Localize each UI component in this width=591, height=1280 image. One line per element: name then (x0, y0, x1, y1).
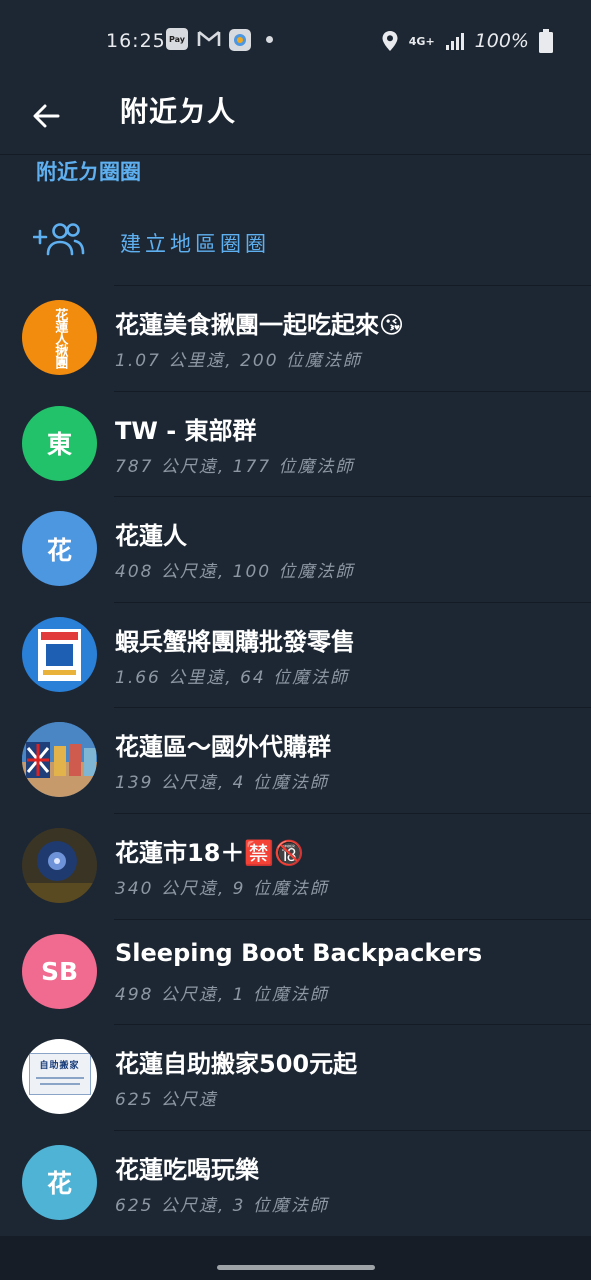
group-title: 花蓮自助搬家500元起 (115, 1050, 358, 1079)
avatar-text: 東 (46, 430, 72, 460)
list-item[interactable]: 自助搬家 花蓮自助搬家500元起 625 公尺遠 (0, 1024, 591, 1130)
signal-icon (445, 33, 464, 50)
divider (114, 285, 591, 286)
group-title: 花蓮吃喝玩樂 (115, 1155, 259, 1184)
app-notification-icon (229, 29, 251, 51)
list-item[interactable]: 東 TW - 東部群 787 公尺遠, 177 位魔法師 (0, 390, 591, 497)
avatar-text: 花 (46, 1169, 72, 1199)
group-title: 花蓮人 (115, 522, 187, 551)
arrow-back-icon (33, 104, 60, 128)
group-subtitle: 1.66 公里遠, 64 位魔法師 (115, 667, 350, 688)
group-subtitle: 625 公尺遠, 3 位魔法師 (115, 1195, 329, 1216)
app-bar: 附近ㄉ人 (0, 82, 591, 155)
group-subtitle: 340 公尺遠, 9 位魔法師 (115, 878, 329, 899)
status-bar: 16:25 Pay 4G+ 100% (0, 0, 591, 82)
navigation-bar (0, 1236, 591, 1280)
status-time: 16:25 (106, 30, 166, 52)
group-title: 花蓮市18＋🈲🔞 (115, 838, 305, 867)
list-item[interactable]: SB Sleeping Boot Backpackers 498 公尺遠, 1 … (0, 918, 591, 1025)
avatar: 花 (22, 1144, 97, 1220)
group-title: Sleeping Boot Backpackers (115, 938, 483, 967)
divider (114, 1129, 591, 1131)
battery-percent: 100% (474, 30, 529, 52)
page-title: 附近ㄉ人 (120, 95, 237, 128)
group-subtitle: 625 公尺遠 (115, 1090, 218, 1111)
avatar: 自助搬家 (22, 1039, 97, 1115)
status-right: 4G+ 100% (381, 29, 553, 53)
avatar: SB (22, 933, 97, 1009)
avatar-text: 花蓮人揪團 (52, 307, 68, 368)
list-item[interactable]: 花蓮市18＋🈲🔞 340 公尺遠, 9 位魔法師 (0, 812, 591, 919)
avatar-text: 花 (46, 535, 72, 565)
group-title: 花蓮區～國外代購群 (115, 733, 331, 762)
divider (114, 496, 591, 498)
avatar-text: SB (40, 956, 79, 986)
gmail-icon (197, 30, 221, 46)
avatar (22, 827, 97, 903)
home-gesture-handle[interactable] (217, 1265, 375, 1270)
back-button[interactable] (24, 94, 68, 138)
seafood-logo-image (38, 628, 81, 681)
divider (114, 390, 591, 392)
list-item[interactable]: 花 花蓮人 408 公尺遠, 100 位魔法師 (0, 496, 591, 602)
group-subtitle: 498 公尺遠, 1 位魔法師 (115, 984, 329, 1005)
list-item[interactable]: 花蓮人揪團 花蓮美食揪團一起吃起來😘 1.07 公里遠, 200 位魔法師 (0, 285, 591, 391)
list-item[interactable]: 花蓮區～國外代購群 139 公尺遠, 4 位魔法師 (0, 707, 591, 813)
avatar: 東 (22, 405, 97, 481)
list-item[interactable]: 蝦兵蟹將團購批發零售 1.66 公里遠, 64 位魔法師 (0, 601, 591, 708)
divider (114, 707, 591, 709)
group-title: TW - 東部群 (115, 416, 257, 445)
avatar (22, 616, 97, 692)
more-notifications-dot (266, 36, 273, 43)
divider (114, 1024, 591, 1026)
beach-huts-image (22, 722, 97, 798)
divider (114, 601, 591, 603)
create-local-group-button[interactable]: 建立地區圈圈 (0, 205, 591, 279)
battery-icon (539, 29, 553, 53)
avatar (22, 722, 97, 798)
add-group-icon (33, 223, 85, 256)
group-subtitle: 139 公尺遠, 4 位魔法師 (115, 773, 329, 794)
pay-icon: Pay (166, 28, 188, 50)
divider (114, 918, 591, 920)
group-title: 蝦兵蟹將團購批發零售 (115, 627, 355, 656)
avatar: 花 (22, 511, 97, 587)
moving-truck-image: 自助搬家 (28, 1052, 91, 1095)
nearby-groups-list: 花蓮人揪團 花蓮美食揪團一起吃起來😘 1.07 公里遠, 200 位魔法師 東 … (0, 285, 591, 1235)
group-subtitle: 408 公尺遠, 100 位魔法師 (115, 562, 355, 583)
section-title: 附近ㄉ圈圈 (36, 160, 141, 184)
night-sky-image (22, 827, 97, 903)
location-icon (382, 31, 398, 51)
avatar-text: 自助搬家 (39, 1060, 80, 1071)
group-subtitle: 787 公尺遠, 177 位魔法師 (115, 456, 355, 477)
avatar: 花蓮人揪團 (22, 300, 97, 375)
group-subtitle: 1.07 公里遠, 200 位魔法師 (115, 351, 362, 371)
divider (114, 812, 591, 814)
network-type: 4G+ (408, 34, 435, 48)
group-title: 花蓮美食揪團一起吃起來😘 (115, 311, 405, 339)
list-item[interactable]: 花 花蓮吃喝玩樂 625 公尺遠, 3 位魔法師 (0, 1129, 591, 1236)
create-local-group-label: 建立地區圈圈 (120, 232, 270, 256)
